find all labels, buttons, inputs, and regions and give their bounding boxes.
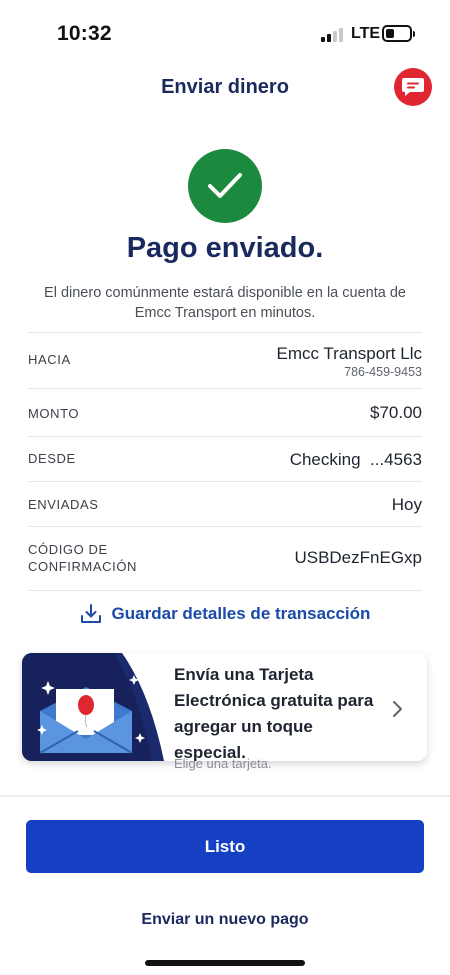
detail-label-to: HACIA — [28, 352, 71, 367]
detail-row-from: DESDE Checking ...4563 — [28, 436, 422, 481]
chevron-right-icon[interactable] — [392, 700, 404, 718]
status-time: 10:32 — [57, 22, 112, 45]
home-indicator — [145, 960, 305, 966]
transaction-details: HACIA Emcc Transport Llc 786-459-9453 MO… — [28, 332, 422, 591]
detail-row-confirmation-code: CÓDIGO DE CONFIRMACIÓN USBDezFnEGxp — [28, 526, 422, 590]
ecard-promo-card[interactable]: Envía una Tarjeta Electrónica gratuita p… — [22, 653, 427, 761]
confirmation-message: El dinero comúnmente estará disponible e… — [44, 285, 406, 321]
battery-tip — [413, 31, 415, 37]
detail-row-sent: ENVIADAS Hoy — [28, 481, 422, 526]
page-title: Enviar dinero — [161, 76, 289, 98]
from-account: Checking ...4563 — [289, 450, 422, 469]
save-transaction-label: Guardar detalles de transacción — [111, 604, 371, 623]
ecard-envelope-illustration — [22, 653, 164, 761]
checkmark-icon — [208, 173, 242, 198]
download-icon — [80, 604, 101, 623]
detail-row-to: HACIA Emcc Transport Llc 786-459-9453 — [28, 332, 422, 388]
detail-label-code-line2: CONFIRMACIÓN — [28, 559, 138, 574]
detail-label-sent: ENVIADAS — [28, 497, 99, 512]
recipient-phone: 786-459-9453 — [344, 365, 422, 379]
detail-label-amount: MONTO — [28, 406, 80, 421]
done-button[interactable]: Listo — [26, 820, 424, 873]
ecard-cta-text: Elige una tarjeta. — [174, 756, 272, 771]
ecard-promo-text: Envía una Tarjeta Electrónica gratuita p… — [174, 665, 374, 761]
battery-icon — [382, 25, 412, 42]
status-bar: 10:32 LTE — [0, 0, 450, 64]
new-payment-link[interactable]: Enviar un nuevo pago — [0, 911, 450, 929]
success-badge — [188, 149, 262, 223]
confirmation-title: Pago enviado. — [126, 232, 324, 264]
detail-label-code-line1: CÓDIGO DE — [28, 542, 108, 557]
recipient-name: Emcc Transport Llc — [276, 344, 423, 363]
detail-label-from: DESDE — [28, 451, 76, 466]
details-bottom-border — [28, 590, 422, 591]
amount-value: $70.00 — [370, 403, 422, 422]
confirmation-code: USBDezFnEGxp — [294, 548, 422, 567]
signal-strength-icon — [321, 28, 343, 42]
network-label: LTE — [351, 25, 381, 42]
save-transaction-link[interactable]: Guardar detalles de transacción — [0, 603, 450, 625]
detail-row-amount: MONTO $70.00 — [28, 388, 422, 436]
sent-value: Hoy — [391, 495, 422, 514]
chat-button[interactable] — [394, 68, 432, 106]
section-divider — [0, 795, 450, 797]
chat-bubble-icon — [402, 78, 424, 96]
